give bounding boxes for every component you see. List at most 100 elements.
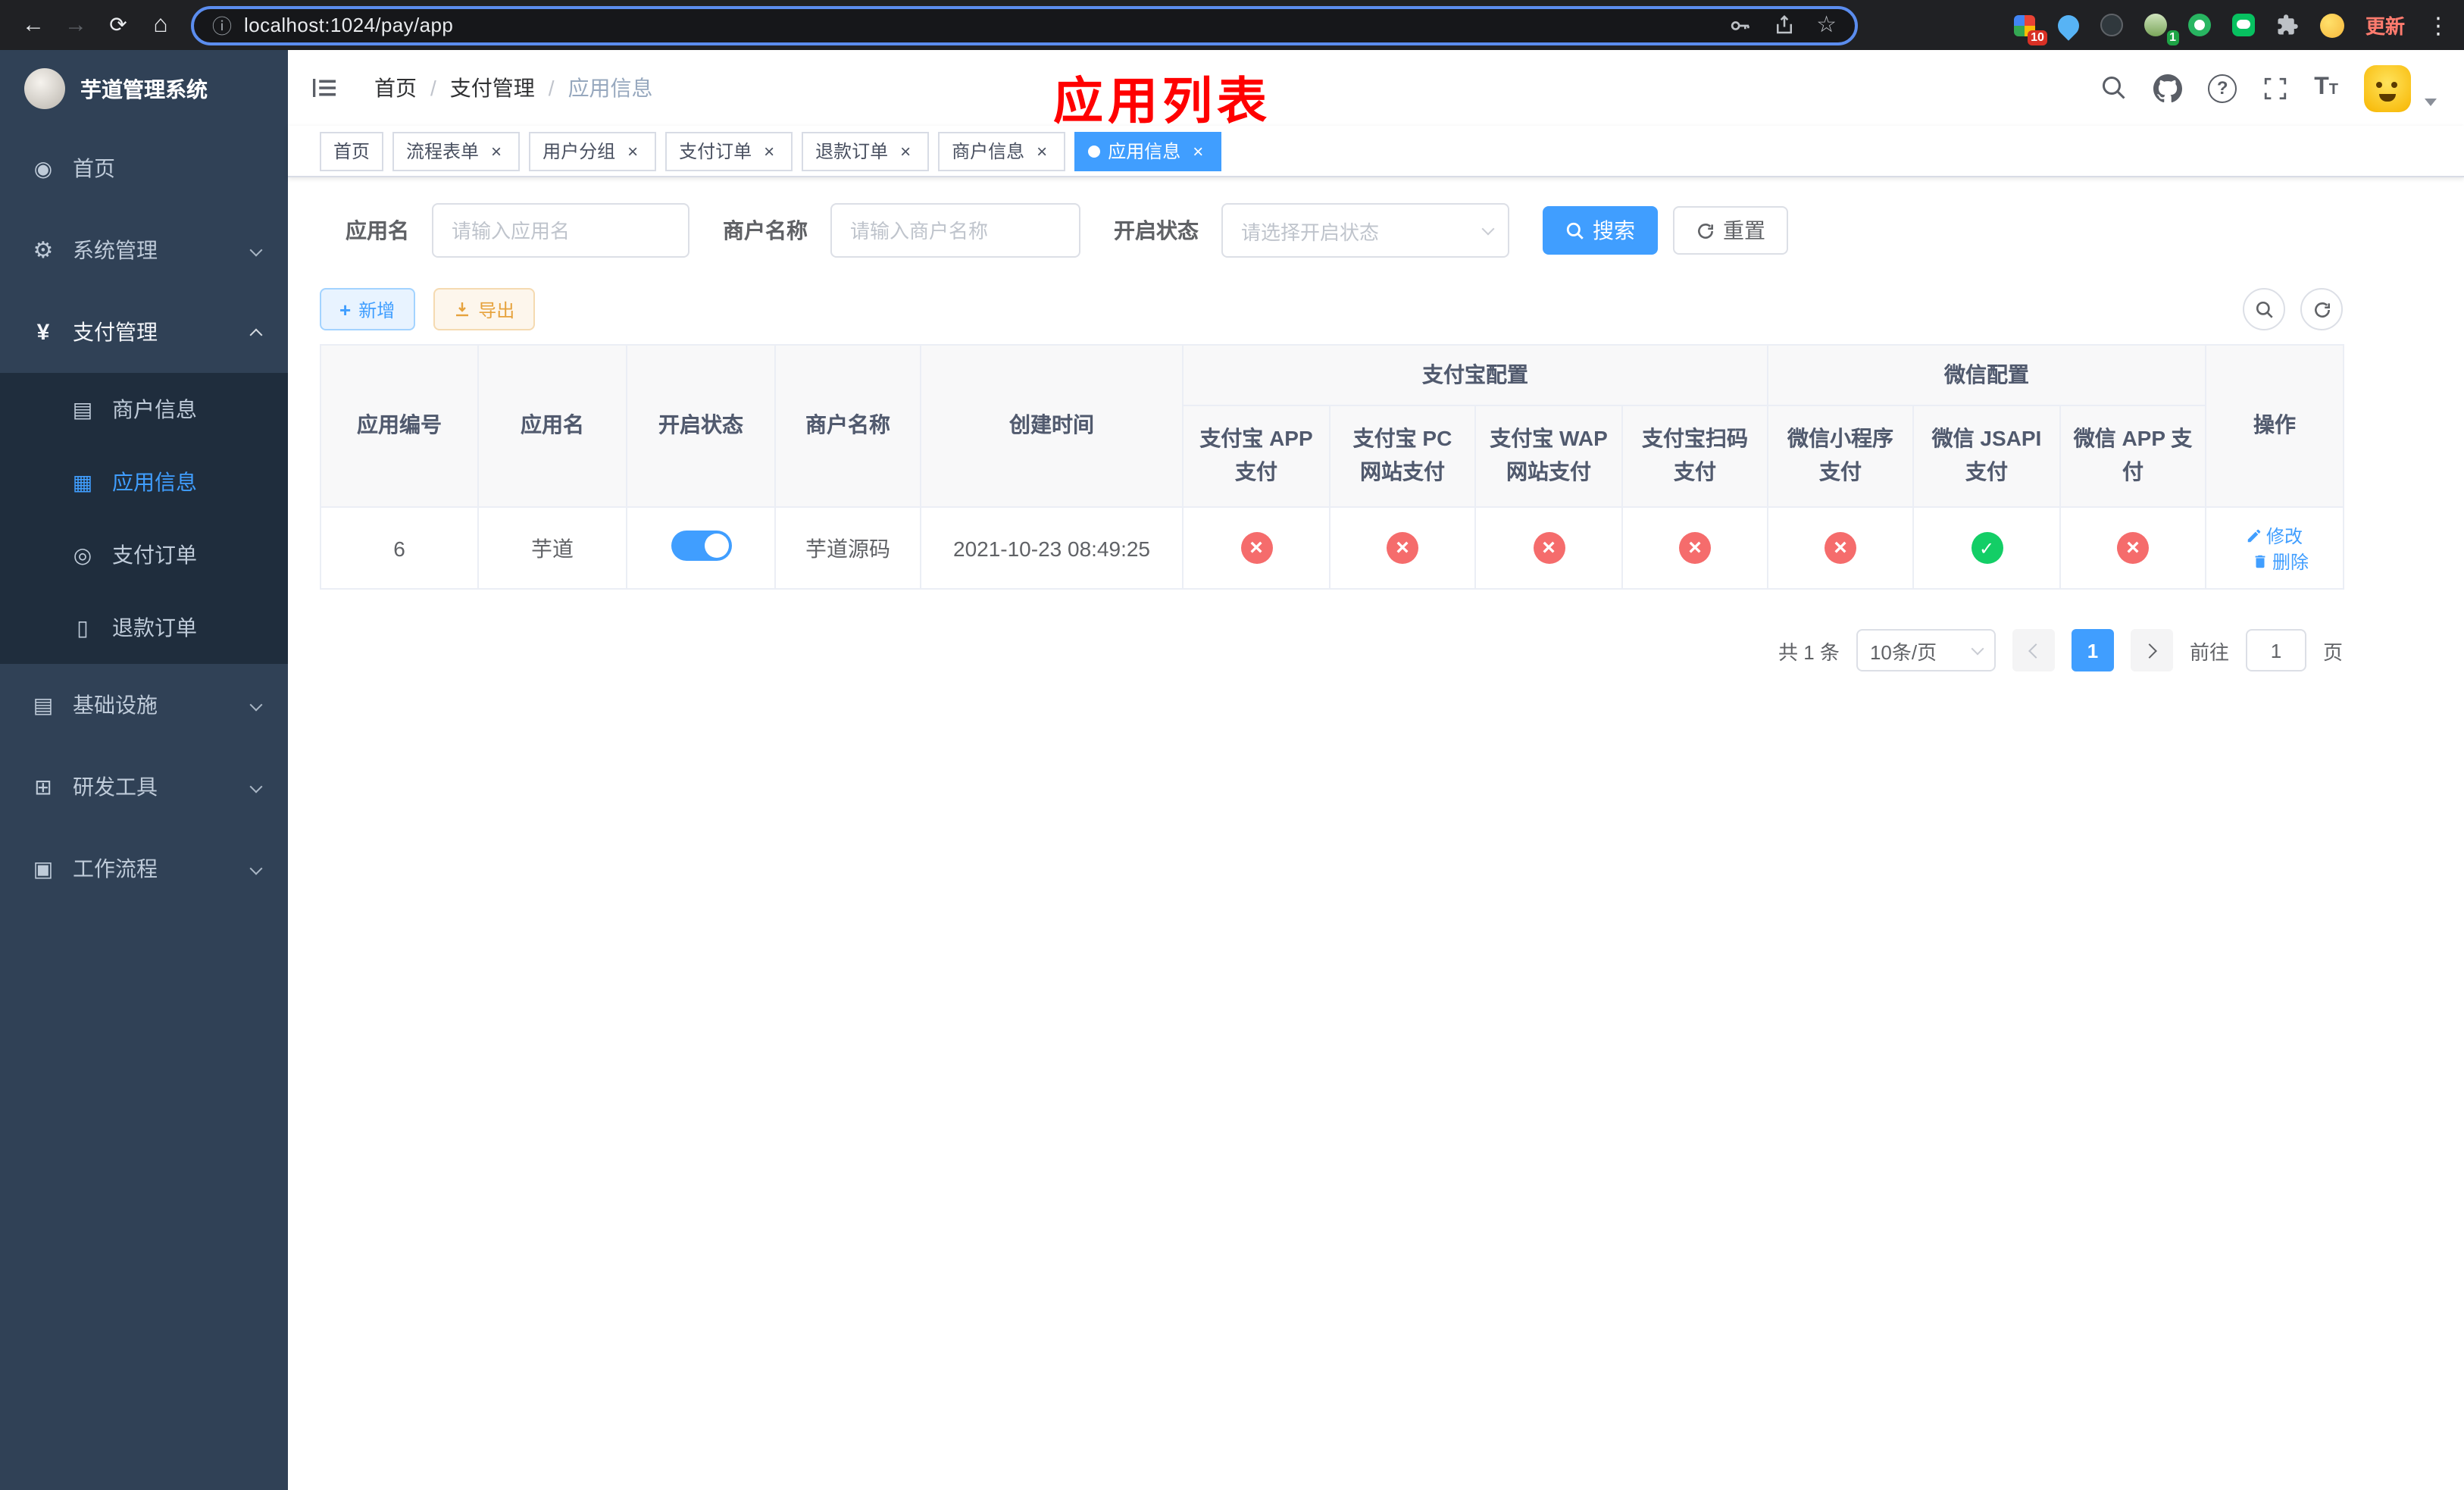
browser-reload-icon[interactable] bbox=[97, 4, 139, 46]
extension-grid-icon[interactable]: 10 bbox=[2011, 11, 2047, 45]
sidebar-item-workflow[interactable]: 工作流程 bbox=[0, 828, 288, 909]
tab-close-icon[interactable] bbox=[896, 141, 915, 161]
status-select[interactable]: 请选择开启状态 bbox=[1221, 203, 1509, 258]
tab-user-group[interactable]: 用户分组 bbox=[529, 131, 657, 171]
tab-close-icon[interactable] bbox=[623, 141, 643, 161]
alipay-wap-fail-icon bbox=[1533, 532, 1565, 564]
extension-green-circle-icon[interactable] bbox=[2187, 11, 2214, 39]
col-create-time: 创建时间 bbox=[920, 344, 1184, 508]
export-button[interactable]: 导出 bbox=[433, 288, 535, 330]
sidebar-logo[interactable]: 芋道管理系统 bbox=[0, 50, 288, 127]
browser-forward-icon[interactable] bbox=[55, 4, 97, 46]
browser-profile-avatar[interactable] bbox=[2319, 11, 2346, 39]
tab-pay-order[interactable]: 支付订单 bbox=[665, 131, 793, 171]
page-number-1[interactable]: 1 bbox=[2071, 629, 2114, 671]
address-bar[interactable]: localhost:1024/pay/app bbox=[191, 5, 1858, 45]
browser-back-icon[interactable] bbox=[12, 4, 55, 46]
add-button[interactable]: 新增 bbox=[320, 288, 415, 330]
app-name-label: 应用名 bbox=[346, 218, 409, 243]
tab-label: 退款订单 bbox=[815, 141, 889, 162]
github-icon[interactable] bbox=[2153, 74, 2183, 102]
sidebar-item-label: 首页 bbox=[73, 156, 115, 180]
page-size-value: 10条/页 bbox=[1869, 640, 1937, 663]
toolbox-icon bbox=[30, 774, 56, 800]
status-toggle[interactable] bbox=[671, 531, 731, 561]
sidebar-item-merchant-info[interactable]: 商户信息 bbox=[0, 373, 288, 446]
browser-home-icon[interactable] bbox=[139, 4, 182, 46]
tab-close-icon[interactable] bbox=[1032, 141, 1052, 161]
sidebar-item-payment[interactable]: 支付管理 bbox=[0, 291, 288, 373]
refresh-button[interactable] bbox=[2300, 288, 2343, 330]
breadcrumb-home[interactable]: 首页 bbox=[374, 73, 417, 103]
wechat-devtools-icon[interactable] bbox=[2231, 11, 2258, 39]
app-name-input[interactable] bbox=[432, 203, 689, 258]
avatar-caret-icon[interactable] bbox=[2425, 98, 2437, 105]
sidebar-item-pay-order[interactable]: 支付订单 bbox=[0, 518, 288, 591]
col-group-wechat: 微信配置 bbox=[1767, 344, 2206, 406]
extension-drop-icon[interactable] bbox=[2053, 10, 2084, 40]
breadcrumb-payment[interactable]: 支付管理 bbox=[450, 73, 535, 103]
chevron-down-icon bbox=[249, 243, 263, 257]
tab-close-icon[interactable] bbox=[486, 141, 506, 161]
cell-merchant: 芋道源码 bbox=[774, 506, 921, 590]
goto-page-input[interactable] bbox=[2245, 629, 2306, 671]
profile-badge: 1 bbox=[2166, 30, 2179, 45]
url-text[interactable]: localhost:1024/pay/app bbox=[244, 14, 453, 36]
hamburger-icon[interactable] bbox=[311, 74, 338, 102]
yen-icon bbox=[30, 319, 56, 345]
tab-refund-order[interactable]: 退款订单 bbox=[802, 131, 930, 171]
tab-label: 商户信息 bbox=[952, 141, 1025, 162]
workflow-icon bbox=[30, 856, 56, 881]
tab-label: 用户分组 bbox=[543, 141, 616, 162]
sidebar-item-refund-order[interactable]: 退款订单 bbox=[0, 591, 288, 664]
font-size-icon[interactable] bbox=[2314, 74, 2338, 102]
page-size-select[interactable]: 10条/页 bbox=[1856, 629, 1996, 671]
tab-flow-form[interactable]: 流程表单 bbox=[392, 131, 521, 171]
app-title: 芋道管理系统 bbox=[80, 77, 208, 101]
browser-update-button[interactable]: 更新 bbox=[2362, 11, 2408, 39]
sidebar-item-system[interactable]: 系统管理 bbox=[0, 209, 288, 291]
col-wx-jsapi: 微信 JSAPI 支付 bbox=[1912, 405, 2061, 508]
extensions-puzzle-icon[interactable] bbox=[2275, 11, 2302, 39]
extension-dark-icon[interactable] bbox=[2099, 11, 2126, 39]
tab-app-info[interactable]: 应用信息 bbox=[1074, 131, 1222, 171]
profile-extension-icon[interactable]: 1 bbox=[2143, 11, 2179, 45]
status-select-placeholder: 请选择开启状态 bbox=[1241, 221, 1380, 243]
help-icon[interactable] bbox=[2208, 74, 2237, 102]
bookmark-star-icon[interactable] bbox=[1816, 11, 1837, 39]
chevron-down-icon bbox=[1971, 642, 1984, 656]
fullscreen-icon[interactable] bbox=[2262, 75, 2288, 101]
search-button[interactable]: 搜索 bbox=[1543, 206, 1658, 255]
prev-page-button[interactable] bbox=[2012, 629, 2055, 671]
merchant-name-label: 商户名称 bbox=[723, 218, 808, 243]
app-table: 应用编号 应用名 开启状态 商户名称 创建时间 支付宝配置 微信配置 操作 支付… bbox=[320, 344, 2344, 590]
sidebar-item-dev-tools[interactable]: 研发工具 bbox=[0, 746, 288, 828]
delete-link[interactable]: 删除 bbox=[2253, 548, 2309, 574]
goto-unit-label: 页 bbox=[2322, 640, 2343, 663]
goto-label: 前往 bbox=[2189, 640, 2229, 663]
tab-close-icon[interactable] bbox=[1188, 141, 1208, 161]
site-info-icon[interactable] bbox=[212, 10, 232, 40]
page: localhost:1024/pay/app 10 bbox=[0, 0, 2464, 1490]
hide-search-button[interactable] bbox=[2243, 288, 2285, 330]
sidebar-item-infrastructure[interactable]: 基础设施 bbox=[0, 664, 288, 746]
merchant-name-input[interactable] bbox=[830, 203, 1080, 258]
tab-home[interactable]: 首页 bbox=[320, 131, 384, 171]
share-icon[interactable] bbox=[1772, 14, 1795, 36]
alipay-app-fail-icon bbox=[1240, 532, 1272, 564]
next-page-button[interactable] bbox=[2130, 629, 2173, 671]
reset-button[interactable]: 重置 bbox=[1673, 206, 1788, 255]
tab-merchant-info[interactable]: 商户信息 bbox=[938, 131, 1066, 171]
sidebar-item-home[interactable]: 首页 bbox=[0, 127, 288, 209]
col-wx-app: 微信 APP 支付 bbox=[2059, 405, 2206, 508]
tab-close-icon[interactable] bbox=[759, 141, 779, 161]
browser-menu-icon[interactable] bbox=[2425, 11, 2452, 39]
sidebar-item-label: 工作流程 bbox=[73, 856, 158, 881]
sidebar-item-label: 退款订单 bbox=[112, 615, 197, 640]
wx-mini-fail-icon bbox=[1825, 532, 1856, 564]
user-avatar[interactable] bbox=[2364, 64, 2411, 111]
edit-link[interactable]: 修改 bbox=[2247, 522, 2303, 548]
sidebar-item-app-info[interactable]: 应用信息 bbox=[0, 446, 288, 518]
search-icon[interactable] bbox=[2100, 74, 2128, 102]
password-key-icon[interactable] bbox=[1727, 13, 1751, 37]
